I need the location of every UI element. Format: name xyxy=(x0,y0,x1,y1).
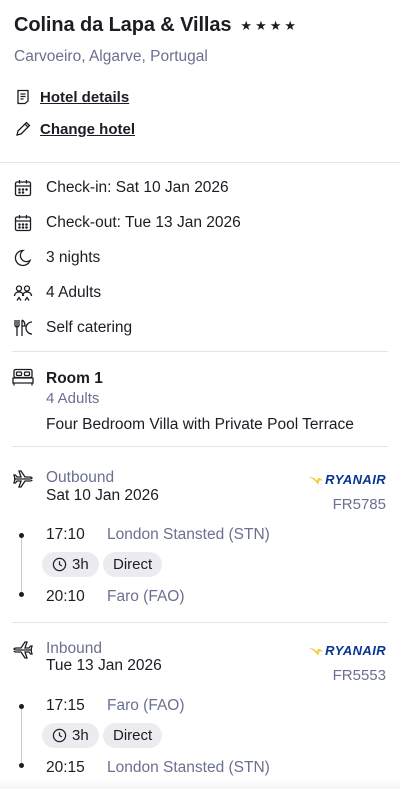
airline-logo: RYANAIR xyxy=(309,472,386,487)
board-row: Self catering xyxy=(12,316,132,340)
star-icon: ★ xyxy=(240,18,253,33)
duration-text: 3h xyxy=(72,556,89,573)
guests-row: 4 Adults xyxy=(12,281,101,305)
timeline-dot xyxy=(19,763,24,768)
duration-text: 3h xyxy=(72,727,89,744)
pencil-icon xyxy=(14,120,32,138)
clock-icon xyxy=(52,557,67,572)
room-title: Room 1 xyxy=(46,370,103,387)
check-in-text: Check-in: Sat 10 Jan 2026 xyxy=(46,179,229,196)
star-icon: ★ xyxy=(284,18,297,33)
change-hotel-label: Change hotel xyxy=(40,120,136,138)
inbound-label: Inbound xyxy=(46,640,103,657)
scroll-fade xyxy=(0,779,400,789)
cutlery-icon xyxy=(12,317,34,339)
duration-badge: 3h xyxy=(42,552,99,577)
timeline-dot xyxy=(19,533,24,538)
board-text: Self catering xyxy=(46,319,133,336)
arrive-airport: London Stansted (STN) xyxy=(107,759,270,776)
divider xyxy=(12,622,388,623)
guests-text: 4 Adults xyxy=(46,284,102,301)
arrive-airport: Faro (FAO) xyxy=(107,588,185,605)
stops-badge: Direct xyxy=(103,552,163,577)
calendar-icon xyxy=(12,212,34,234)
hotel-details-link[interactable]: Hotel details xyxy=(14,88,129,106)
arrive-time: 20:10 xyxy=(46,588,85,605)
check-out-row: Check-out: Tue 13 Jan 2026 xyxy=(12,211,241,235)
duration-badge: 3h xyxy=(42,723,99,748)
change-hotel-link[interactable]: Change hotel xyxy=(14,120,135,138)
timeline-line xyxy=(21,706,22,766)
depart-airport: London Stansted (STN) xyxy=(107,526,270,543)
divider xyxy=(12,446,388,447)
star-rating: ★ ★ ★ ★ xyxy=(240,19,296,32)
timeline-line xyxy=(21,535,22,595)
hotel-details-label: Hotel details xyxy=(40,88,130,106)
stops-text: Direct xyxy=(113,556,153,573)
check-in-row: Check-in: Sat 10 Jan 2026 xyxy=(12,176,229,200)
airline-name: RYANAIR xyxy=(325,472,386,487)
moon-icon xyxy=(12,247,34,269)
timeline-dot xyxy=(19,704,24,709)
depart-time: 17:15 xyxy=(46,697,85,714)
plane-icon xyxy=(13,470,33,493)
star-icon: ★ xyxy=(255,18,267,33)
divider xyxy=(0,162,400,163)
timeline-dot xyxy=(19,592,24,597)
inbound-date: Tue 13 Jan 2026 xyxy=(46,657,162,674)
star-icon: ★ xyxy=(269,18,282,33)
divider xyxy=(12,351,388,352)
people-icon xyxy=(12,282,34,304)
hotel-location: Carvoeiro, Algarve, Portugal xyxy=(14,48,208,65)
stops-badge: Direct xyxy=(103,723,163,748)
nights-row: 3 nights xyxy=(12,246,100,270)
document-icon xyxy=(14,88,32,106)
check-out-text: Check-out: Tue 13 Jan 2026 xyxy=(46,214,241,231)
calendar-icon xyxy=(12,177,34,199)
airline-logo: RYANAIR xyxy=(309,643,386,658)
bed-icon xyxy=(12,368,34,391)
plane-icon xyxy=(13,641,33,664)
outbound-label: Outbound xyxy=(46,469,115,486)
room-type: Four Bedroom Villa with Private Pool Ter… xyxy=(46,416,354,433)
hotel-title-row: Colina da Lapa & Villas ★ ★ ★ ★ xyxy=(14,14,296,37)
airline-name: RYANAIR xyxy=(325,643,386,658)
depart-airport: Faro (FAO) xyxy=(107,697,185,714)
outbound-date: Sat 10 Jan 2026 xyxy=(46,487,159,504)
room-adults: 4 Adults xyxy=(46,390,100,407)
ryanair-harp-icon xyxy=(309,647,324,656)
flight-number: FR5553 xyxy=(332,667,386,684)
hotel-name: Colina da Lapa & Villas xyxy=(14,14,232,36)
arrive-time: 20:15 xyxy=(46,759,85,776)
depart-time: 17:10 xyxy=(46,526,85,543)
nights-text: 3 nights xyxy=(46,249,101,266)
flight-number: FR5785 xyxy=(332,496,386,513)
stops-text: Direct xyxy=(113,727,153,744)
clock-icon xyxy=(52,728,67,743)
ryanair-harp-icon xyxy=(309,476,324,485)
